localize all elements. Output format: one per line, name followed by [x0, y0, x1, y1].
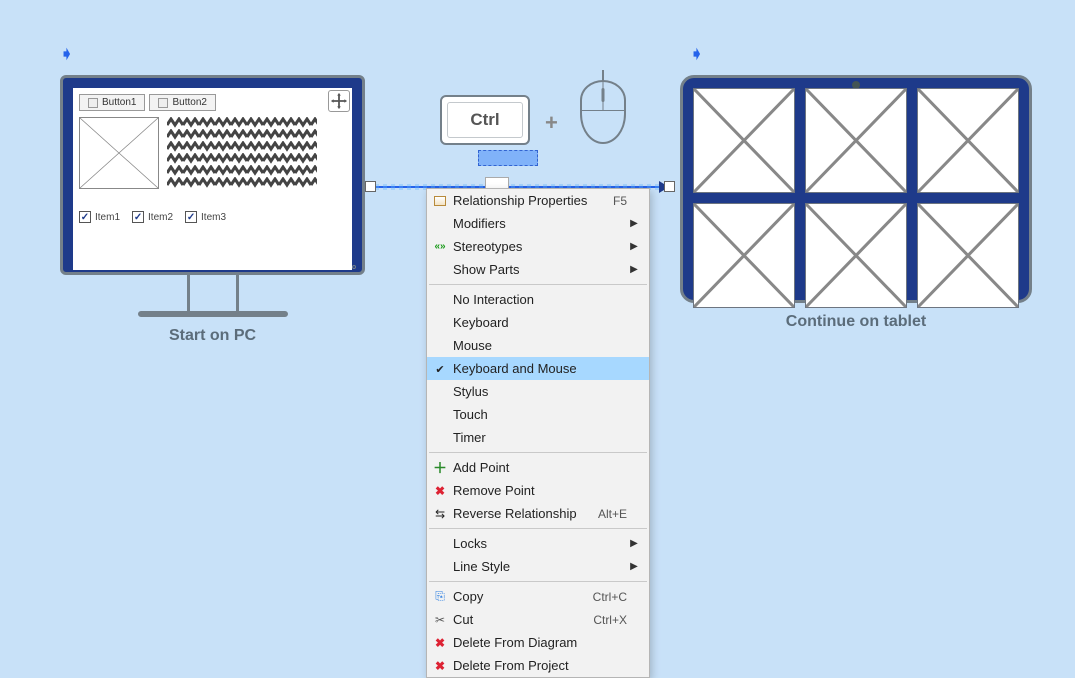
submenu-arrow-icon: ▶ — [627, 538, 641, 549]
menu-shortcut: Ctrl+X — [585, 613, 627, 627]
tablet-caption: Continue on tablet — [680, 313, 1032, 331]
menu-separator — [429, 528, 647, 529]
check-icon — [427, 362, 453, 376]
wireframe-checkbox: ✓Item3 — [185, 211, 226, 223]
menu-item-no-interaction[interactable]: No Interaction — [427, 288, 649, 311]
move-handle-icon[interactable] — [328, 90, 350, 112]
menu-item-label: Modifiers — [453, 216, 627, 231]
menu-item-label: Keyboard — [453, 315, 627, 330]
menu-item-mouse[interactable]: Mouse — [427, 334, 649, 357]
pc-caption: Start on PC — [60, 327, 365, 345]
menu-item-touch[interactable]: Touch — [427, 403, 649, 426]
menu-item-label: Mouse — [453, 338, 627, 353]
menu-item-remove-point[interactable]: ✖Remove Point — [427, 479, 649, 502]
menu-item-label: Locks — [453, 536, 627, 551]
del-icon: ✖ — [427, 659, 453, 673]
menu-item-add-point[interactable]: ＋Add Point — [427, 456, 649, 479]
prop-icon — [427, 196, 453, 206]
pattern-placeholder — [167, 117, 317, 189]
menu-shortcut: Alt+E — [590, 507, 627, 521]
stereo-icon: «» — [427, 241, 453, 252]
menu-item-label: Touch — [453, 407, 627, 422]
wireframe-button: Button1 — [79, 94, 145, 111]
copy-icon: ⎘ — [427, 589, 453, 604]
menu-item-label: Stereotypes — [453, 239, 627, 254]
plus-icon: ＋ — [427, 458, 453, 478]
rev-icon: ⇄ — [427, 507, 453, 521]
menu-item-label: Reverse Relationship — [453, 506, 590, 521]
menu-item-reverse-relationship[interactable]: ⇄Reverse RelationshipAlt+E — [427, 502, 649, 525]
menu-item-label: No Interaction — [453, 292, 627, 307]
menu-shortcut: F5 — [605, 194, 627, 208]
menu-item-label: Add Point — [453, 460, 627, 475]
menu-item-stereotypes[interactable]: «»Stereotypes▶ — [427, 235, 649, 258]
menu-item-delete-from-project[interactable]: ✖Delete From Project — [427, 654, 649, 677]
arrow-icon: ➧ — [690, 44, 703, 64]
connector-handle[interactable] — [664, 181, 675, 192]
image-placeholder — [79, 117, 159, 189]
menu-item-keyboard[interactable]: Keyboard — [427, 311, 649, 334]
del-icon: ✖ — [427, 636, 453, 650]
image-placeholder — [917, 203, 1019, 308]
submenu-arrow-icon: ▶ — [627, 264, 641, 275]
ctrl-key: Ctrl — [440, 95, 530, 145]
menu-item-relationship-properties[interactable]: Relationship PropertiesF5 — [427, 189, 649, 212]
menu-item-cut[interactable]: ✂CutCtrl+X — [427, 608, 649, 631]
wireframe-checkbox: ✓Item2 — [132, 211, 173, 223]
cut-icon: ✂ — [427, 613, 453, 627]
menu-item-label: Keyboard and Mouse — [453, 361, 627, 376]
menu-separator — [429, 284, 647, 285]
menu-separator — [429, 452, 647, 453]
menu-item-line-style[interactable]: Line Style▶ — [427, 555, 649, 578]
menu-separator — [429, 581, 647, 582]
selection-region — [478, 150, 538, 166]
menu-item-stylus[interactable]: Stylus — [427, 380, 649, 403]
arrow-icon: ➧ — [60, 44, 73, 64]
submenu-arrow-icon: ▶ — [627, 241, 641, 252]
mouse-icon — [580, 80, 626, 144]
pc-wireframe[interactable]: Button1 Button2 ✓Item1 — [60, 75, 365, 345]
tablet-wireframe[interactable]: Continue on tablet — [680, 75, 1032, 331]
menu-item-label: Show Parts — [453, 262, 627, 277]
del-icon: ✖ — [427, 484, 453, 498]
wireframe-button: Button2 — [149, 94, 215, 111]
menu-item-timer[interactable]: Timer — [427, 426, 649, 449]
menu-item-modifiers[interactable]: Modifiers▶ — [427, 212, 649, 235]
menu-item-label: Delete From Project — [453, 658, 627, 673]
image-placeholder — [693, 88, 795, 193]
image-placeholder — [693, 203, 795, 308]
submenu-arrow-icon: ▶ — [627, 218, 641, 229]
image-placeholder — [805, 203, 907, 308]
menu-item-label: Line Style — [453, 559, 627, 574]
image-placeholder — [917, 88, 1019, 193]
menu-item-label: Remove Point — [453, 483, 627, 498]
wireframe-checkbox: ✓Item1 — [79, 211, 120, 223]
menu-item-copy[interactable]: ⎘CopyCtrl+C — [427, 585, 649, 608]
menu-item-label: Delete From Diagram — [453, 635, 627, 650]
menu-shortcut: Ctrl+C — [585, 590, 627, 604]
menu-item-delete-from-diagram[interactable]: ✖Delete From Diagram — [427, 631, 649, 654]
menu-item-locks[interactable]: Locks▶ — [427, 532, 649, 555]
image-placeholder — [805, 88, 907, 193]
menu-item-label: Stylus — [453, 384, 627, 399]
menu-item-keyboard-and-mouse[interactable]: Keyboard and Mouse — [427, 357, 649, 380]
arrowhead-icon — [659, 181, 669, 193]
menu-item-label: Relationship Properties — [453, 193, 605, 208]
submenu-arrow-icon: ▶ — [627, 561, 641, 572]
menu-item-label: Timer — [453, 430, 627, 445]
plus-icon: + — [545, 110, 558, 136]
menu-item-show-parts[interactable]: Show Parts▶ — [427, 258, 649, 281]
connector-handle[interactable] — [365, 181, 376, 192]
context-menu: Relationship PropertiesF5Modifiers▶«»Ste… — [426, 188, 650, 678]
menu-item-label: Copy — [453, 589, 585, 604]
menu-item-label: Cut — [453, 612, 585, 627]
